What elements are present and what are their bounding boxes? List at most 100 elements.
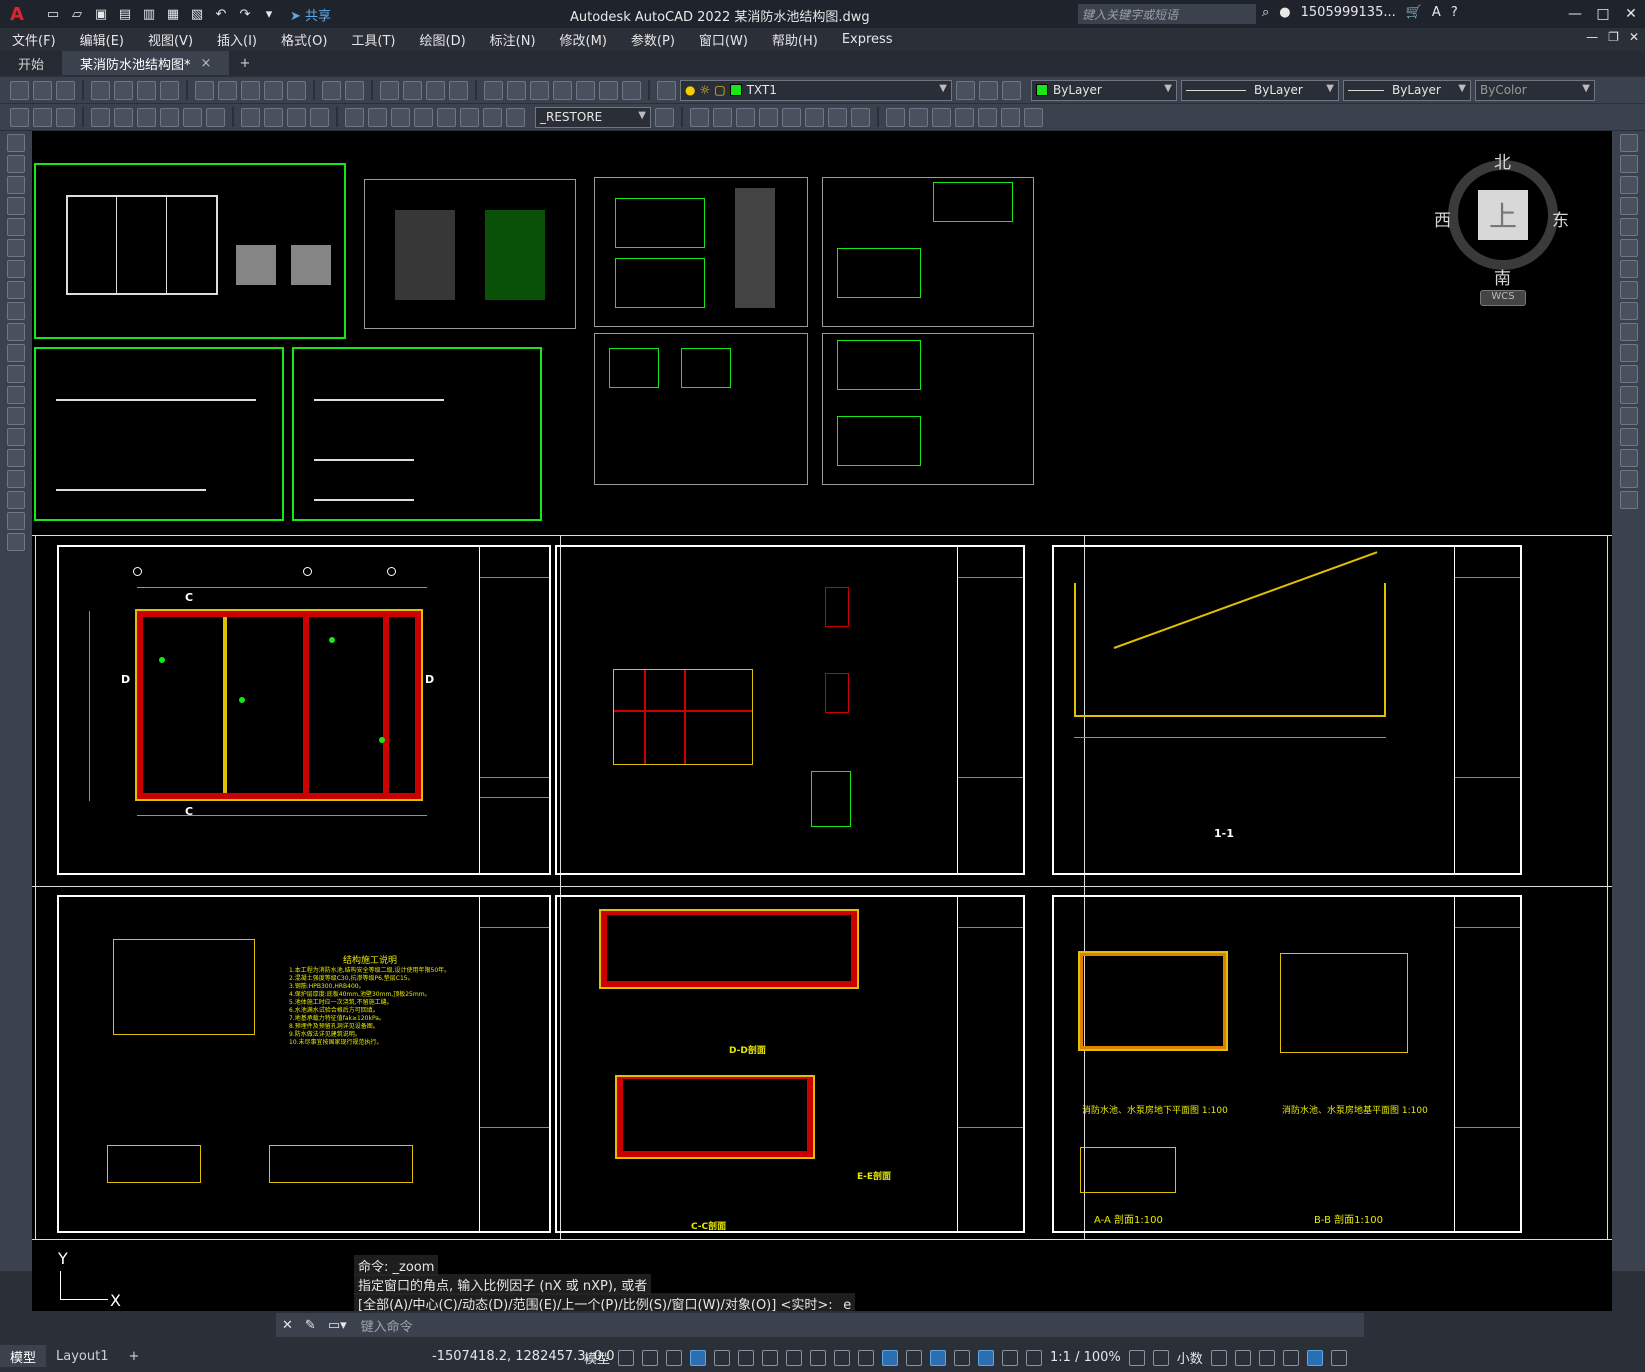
tool-rotate-icon[interactable] (1619, 260, 1638, 278)
menu-item-help[interactable]: 帮助(H) (760, 30, 830, 49)
tool-fillet-icon[interactable] (1619, 449, 1638, 467)
tool-properties-icon[interactable] (484, 80, 503, 100)
tool-design-center-icon[interactable] (507, 80, 526, 100)
menu-item-format[interactable]: 格式(O) (269, 30, 339, 49)
tool-copy-object-icon[interactable] (713, 107, 732, 127)
menu-item-parametric[interactable]: 参数(P) (619, 30, 687, 49)
tool-explode-icon[interactable] (1024, 107, 1043, 127)
tool-stretch-icon[interactable] (736, 107, 755, 127)
open-file-icon[interactable]: ▱ (68, 5, 86, 23)
tool-blend-icon[interactable] (1619, 470, 1638, 488)
tool-extend-icon[interactable] (909, 107, 928, 127)
annotation-scale-icon[interactable] (1026, 1349, 1043, 1366)
linetype-dropdown[interactable]: ByLayer ▼ (1181, 79, 1339, 101)
drawing-sheet-thumbnail[interactable] (364, 179, 576, 329)
tool-stretch-icon[interactable] (1619, 302, 1638, 320)
tool-copy-icon[interactable] (1619, 155, 1638, 173)
tool-chamfer-icon[interactable] (978, 107, 997, 127)
auto-scale-icon[interactable] (1002, 1349, 1019, 1366)
tool-join-icon[interactable] (955, 107, 974, 127)
tool-mirror-icon[interactable] (1619, 176, 1638, 194)
tool-mtext-icon[interactable] (7, 512, 25, 530)
tool-line-icon[interactable] (7, 134, 25, 152)
tool-dim-space-icon[interactable] (287, 107, 306, 127)
tool-mirror-icon[interactable] (782, 107, 801, 127)
tool-cut-icon[interactable] (195, 80, 214, 100)
tool-sheetset-icon[interactable] (553, 80, 572, 100)
tab-close-icon[interactable]: × (201, 56, 212, 71)
user-name[interactable]: 1505999135... (1301, 5, 1396, 20)
tool-calculator-icon[interactable] (599, 80, 618, 100)
tool-offset-icon[interactable] (851, 107, 870, 127)
tool-dim-radius-icon[interactable] (114, 107, 133, 127)
tool-publish-icon[interactable] (137, 80, 156, 100)
compass-west[interactable]: 西 (1434, 206, 1451, 231)
print-icon[interactable]: ▧ (188, 5, 206, 23)
tool-table-icon[interactable] (7, 491, 25, 509)
plotstyle-dropdown[interactable]: ByColor ▼ (1475, 79, 1595, 101)
drawing-frame[interactable]: 结构施工说明 1.本工程为消防水池,结构安全等级二级,设计使用年限50年。 2.… (57, 895, 551, 1233)
dynamic-ucs-icon[interactable] (906, 1349, 923, 1366)
share-button[interactable]: ➤ 共享 (290, 5, 331, 24)
tool-erase-icon[interactable] (1619, 134, 1638, 152)
clean-screen-icon[interactable] (1306, 1349, 1323, 1366)
tool-layer-manager-icon[interactable] (657, 80, 676, 100)
minimize-icon[interactable]: — (1561, 0, 1589, 28)
tool-dim-ordinate-icon[interactable] (91, 107, 110, 127)
polar-icon[interactable] (714, 1349, 731, 1366)
tool-break-icon[interactable] (932, 107, 951, 127)
menu-item-express[interactable]: Express (830, 32, 905, 47)
tool-insert-block-icon[interactable] (7, 365, 25, 383)
save-icon[interactable]: ▣ (92, 5, 110, 23)
tool-match-icon[interactable] (264, 80, 283, 100)
menu-item-edit[interactable]: 编辑(E) (68, 30, 136, 49)
drawing-sheet-thumbnail[interactable] (292, 347, 542, 521)
compass-east[interactable]: 东 (1552, 206, 1569, 231)
drawing-sheet-thumbnail[interactable] (34, 163, 346, 339)
drawing-sheet-thumbnail[interactable] (822, 333, 1034, 485)
drawing-frame[interactable]: D-D剖面 C-C剖面 E-E剖面 (555, 895, 1025, 1233)
redo-icon[interactable]: ↷ (236, 5, 254, 23)
menu-item-tools[interactable]: 工具(T) (339, 30, 407, 49)
tool-array-icon[interactable] (828, 107, 847, 127)
search-input[interactable]: 键入关键字或短语 (1078, 4, 1256, 24)
compass-north[interactable]: 北 (1494, 148, 1511, 173)
tool-trim-icon[interactable] (886, 107, 905, 127)
tool-move-icon[interactable] (690, 107, 709, 127)
tool-dim-update-icon[interactable] (483, 107, 502, 127)
tool-ellipse-icon[interactable] (7, 323, 25, 341)
tool-rectangle-icon[interactable] (7, 218, 25, 236)
tool-zoom-realtime-icon[interactable] (403, 80, 422, 100)
tool-dim-continue-icon[interactable] (264, 107, 283, 127)
tool-explode-icon[interactable] (1619, 491, 1638, 509)
tool-undo-icon[interactable] (322, 80, 341, 100)
command-prompt-icon[interactable]: ▭▾ (328, 1318, 347, 1333)
wcs-menu[interactable]: WCS (1480, 290, 1526, 306)
drawing-frame[interactable] (555, 545, 1025, 875)
tool-rotate-icon[interactable] (759, 107, 778, 127)
tool-fillet-icon[interactable] (1001, 107, 1020, 127)
tool-trim-icon[interactable] (1619, 323, 1638, 341)
tool-dim-aligned-icon[interactable] (33, 107, 52, 127)
color-dropdown[interactable]: ByLayer ▼ (1031, 79, 1177, 101)
tool-break-icon[interactable] (1619, 386, 1638, 404)
tool-join-icon[interactable] (1619, 407, 1638, 425)
tool-polyline-icon[interactable] (7, 176, 25, 194)
view-dropdown[interactable]: _RESTORE ▼ (535, 106, 651, 128)
tool-extend-icon[interactable] (1619, 344, 1638, 362)
tool-break-point-icon[interactable] (1619, 365, 1638, 383)
tool-circle-icon[interactable] (7, 260, 25, 278)
tool-ellipse-arc-icon[interactable] (7, 344, 25, 362)
tool-hatch-icon[interactable] (7, 428, 25, 446)
tool-make-current-icon[interactable] (956, 80, 975, 100)
transparency-icon[interactable] (834, 1349, 851, 1366)
menu-item-draw[interactable]: 绘图(D) (408, 30, 478, 49)
lineweight-dropdown[interactable]: ByLayer ▼ (1343, 79, 1471, 101)
doc-minimize-icon[interactable]: — (1586, 30, 1598, 44)
tool-region-icon[interactable] (7, 470, 25, 488)
workspace-gear-icon[interactable] (1128, 1349, 1145, 1366)
tab-document[interactable]: 某消防水池结构图* × (62, 51, 230, 75)
menu-item-insert[interactable]: 插入(I) (205, 30, 269, 49)
maximize-icon[interactable]: □ (1589, 0, 1617, 28)
new-tab-button[interactable]: + (229, 51, 260, 75)
